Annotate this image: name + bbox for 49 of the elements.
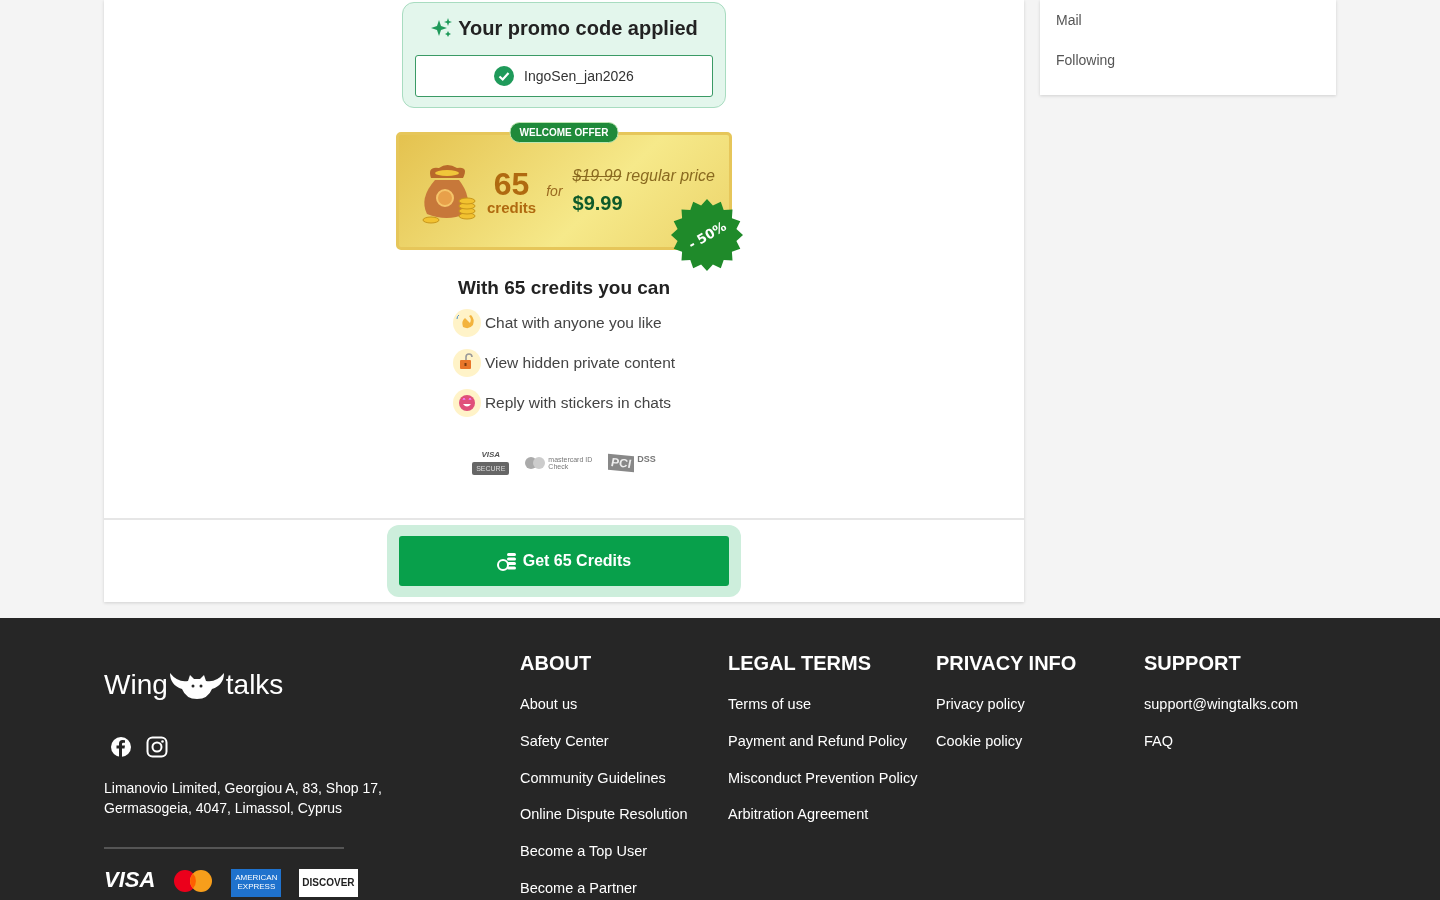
regular-price: $19.99 regular price xyxy=(572,166,715,186)
logo-text: talks xyxy=(225,668,284,702)
footer-heading: ABOUT xyxy=(520,651,593,676)
benefit-text: Reply with stickers in chats xyxy=(484,392,671,413)
footer-link[interactable]: Cookie policy xyxy=(936,730,1144,753)
footer-link[interactable]: Payment and Refund Policy xyxy=(728,730,936,753)
sidebar-link[interactable]: Mail xyxy=(1056,8,1320,33)
footer-link[interactable]: Community Guidelines xyxy=(520,767,728,790)
amex-logo: AMERICAN EXPRESS xyxy=(231,868,282,897)
sidebar-link[interactable]: Following xyxy=(1056,48,1320,73)
company-address: Limanovio Limited, Georgiou A, 83, Shop 17, Germasogeia, 4047, Limassol, Cyprus xyxy=(104,779,383,819)
footer-link[interactable]: Arbitration Agreement xyxy=(728,804,936,826)
promo-title: Your promo code applied xyxy=(458,16,698,41)
footer-link[interactable]: Terms of use xyxy=(728,694,936,716)
pci-text: PCI xyxy=(608,453,635,472)
footer-link[interactable]: Become a Top User xyxy=(520,841,728,863)
visa-logo: VISA xyxy=(104,868,156,891)
benefit-text: Chat with anyone you like xyxy=(484,312,662,333)
for-label: for xyxy=(546,181,563,201)
credit-unit: credits xyxy=(487,198,537,216)
footer-heading: SUPPORT xyxy=(1144,651,1242,676)
footer-link[interactable]: Become a Partner xyxy=(520,877,728,900)
mastercard-logo xyxy=(173,868,214,893)
coins-icon xyxy=(496,551,517,571)
instagram-icon xyxy=(146,736,168,758)
facebook-icon xyxy=(110,736,132,758)
smiling-face-icon xyxy=(452,388,481,417)
padlock-icon xyxy=(452,348,481,377)
offer-price: $9.99 xyxy=(572,191,624,216)
dss-text: DSS xyxy=(637,454,656,464)
footer-link[interactable]: About us xyxy=(520,694,728,716)
footer-link[interactable]: Privacy policy xyxy=(936,694,1144,716)
footer-link[interactable]: FAQ xyxy=(1144,730,1352,753)
benefit-text: View hidden private content xyxy=(484,352,676,373)
discover-logo: DISCOVER xyxy=(299,868,358,897)
promo-code-field: IngoSen_jan2026 xyxy=(415,55,713,97)
footer-heading: LEGAL TERMS xyxy=(728,651,872,676)
footer-heading: PRIVACY INFO xyxy=(936,651,1078,676)
credit-amount: 65 xyxy=(492,167,531,200)
footer-link[interactable]: Safety Center xyxy=(520,730,728,753)
footer-link[interactable]: Online Dispute Resolution xyxy=(520,804,728,826)
footer-link[interactable]: Misconduct Prevention Policy xyxy=(728,767,936,790)
logo-text: Wing xyxy=(104,668,168,702)
discount-burst: - 50% xyxy=(670,198,744,272)
footer-link[interactable]: support@wingtalks.com xyxy=(1144,694,1352,716)
visa-secure-text: VISA xyxy=(481,450,501,459)
welcome-offer-badge: WELCOME OFFER xyxy=(509,122,619,143)
overlapping-circles-icon xyxy=(525,456,546,469)
benefits-title: With 65 credits you can xyxy=(457,276,671,300)
